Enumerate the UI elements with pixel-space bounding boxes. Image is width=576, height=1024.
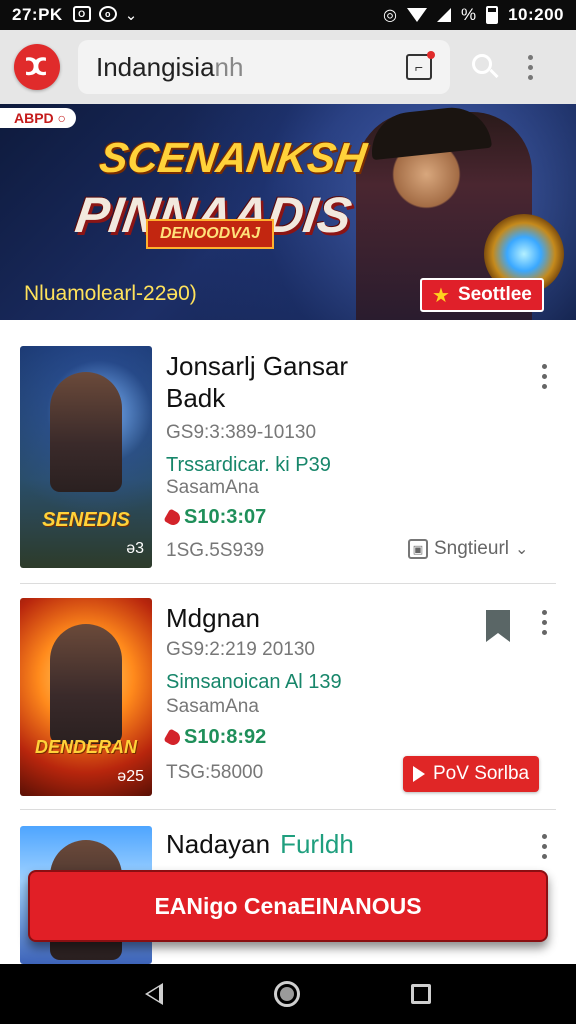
status-arrow-icon: ⌄ <box>124 7 138 24</box>
star-icon: ★ <box>432 284 450 307</box>
thumbnail-caption: SENEDIS <box>42 509 130 531</box>
home-icon[interactable] <box>273 981 300 1007</box>
banner-cta-label: Seottlee <box>457 284 532 305</box>
notification-box-icon[interactable]: ⌐ <box>406 51 435 80</box>
more-icon[interactable] <box>542 610 547 635</box>
price-tag-icon <box>163 507 183 528</box>
app-bar: ⵋ Indangisianh ⌐ <box>0 30 576 104</box>
divider <box>20 809 556 810</box>
item-price: S10:8:92 <box>163 726 266 749</box>
item-code: GS9:3:389-10130 <box>166 422 317 443</box>
thumbnail-caption: DENDERAN <box>34 737 137 757</box>
item-title: Jonsarlj Gansar Badk <box>166 351 349 413</box>
item-subtitle: SasamAna <box>166 477 259 498</box>
item-footer-text: 1SG.5S939 <box>166 540 265 561</box>
recents-icon[interactable] <box>410 984 431 1004</box>
app-screen: 27:PK O o ⌄ ◎ % 10:200 ⵋ Indangisianh ⌐ <box>0 0 576 1024</box>
item-action-chip[interactable]: PoV Sorlba <box>403 756 540 792</box>
item-green-text: Trssardicar. ki P39 <box>166 454 331 476</box>
item-title: Nadayan Furldh <box>166 829 354 859</box>
play-icon <box>413 766 425 782</box>
vibrate-icon: ◎ <box>382 7 397 24</box>
thumbnail-number: ə25 <box>117 768 144 785</box>
chevron-down-icon: ⌄ <box>515 541 529 558</box>
chip-label: PoV Sorlba <box>433 763 530 784</box>
wifi-icon <box>406 8 427 22</box>
logo-icon[interactable]: ⵋ <box>14 44 60 90</box>
list-item[interactable]: DENDERAN ə25 Mdgnan GS9:2:219 20130 Sims… <box>0 598 576 828</box>
search-icon[interactable] <box>470 52 500 82</box>
system-nav-bar <box>0 964 576 1024</box>
battery-icon <box>486 6 499 24</box>
item-code: GS9:2:219 20130 <box>166 639 315 660</box>
item-footer-text: TSG:58000 <box>166 762 264 783</box>
banner-date: Nluamolearl-22ə0) <box>24 282 197 305</box>
banner-cta-button[interactable]: ★ Seottlee <box>420 278 544 312</box>
character-figure <box>50 372 122 492</box>
search-query: Indangisianh <box>96 51 244 82</box>
signal-icon <box>436 8 451 22</box>
battery-percent: % <box>460 5 477 24</box>
promo-banner[interactable]: ABPD ○ SCENANKSH PINNAADIS DENOODVAJ Nlu… <box>0 104 576 320</box>
divider <box>20 583 556 584</box>
search-field[interactable]: Indangisianh ⌐ <box>78 40 450 94</box>
primary-cta-button[interactable]: EANigo CenaEINANOUS <box>28 870 548 942</box>
bookmark-icon[interactable] <box>486 610 510 642</box>
more-icon[interactable] <box>528 54 533 80</box>
item-subtitle: SasamAna <box>166 696 259 717</box>
more-icon[interactable] <box>542 364 547 389</box>
item-green-text: Simsanoican Al 139 <box>166 671 342 693</box>
back-icon[interactable] <box>145 983 164 1005</box>
status-right-icons: ◎ % 10:200 <box>383 5 564 25</box>
status-time-left: 27:PK <box>12 5 63 24</box>
status-sync-icon: o <box>98 6 117 22</box>
more-icon[interactable] <box>542 834 547 859</box>
status-left-icons: O o ⌄ <box>72 6 138 24</box>
list-item[interactable]: SENEDIS ə3 Jonsarlj Gansar Badk GS9:3:38… <box>0 346 576 576</box>
banner-tagline: DENOODVAJ <box>146 219 275 249</box>
game-thumbnail[interactable]: DENDERAN ə25 <box>20 598 152 796</box>
dropdown-label: Sngtieurl <box>434 538 509 559</box>
status-bar: 27:PK O o ⌄ ◎ % 10:200 <box>0 0 576 30</box>
thumbnail-number: ə3 <box>126 540 144 557</box>
price-tag-icon <box>163 727 183 748</box>
item-action-dropdown[interactable]: ▣ Sngtieurl ⌄ <box>408 538 528 560</box>
status-time-right: 10:200 <box>508 5 564 24</box>
banner-ribbon: ABPD ○ <box>0 108 77 128</box>
banner-title-line1: SCENANKSH <box>96 134 370 181</box>
item-price: S10:3:07 <box>163 506 266 529</box>
checkbox-icon: ▣ <box>408 539 428 559</box>
game-thumbnail[interactable]: SENEDIS ə3 <box>20 346 152 568</box>
character-figure <box>50 624 122 744</box>
status-app-icon: O <box>72 6 91 22</box>
item-title: Mdgnan <box>166 603 260 633</box>
